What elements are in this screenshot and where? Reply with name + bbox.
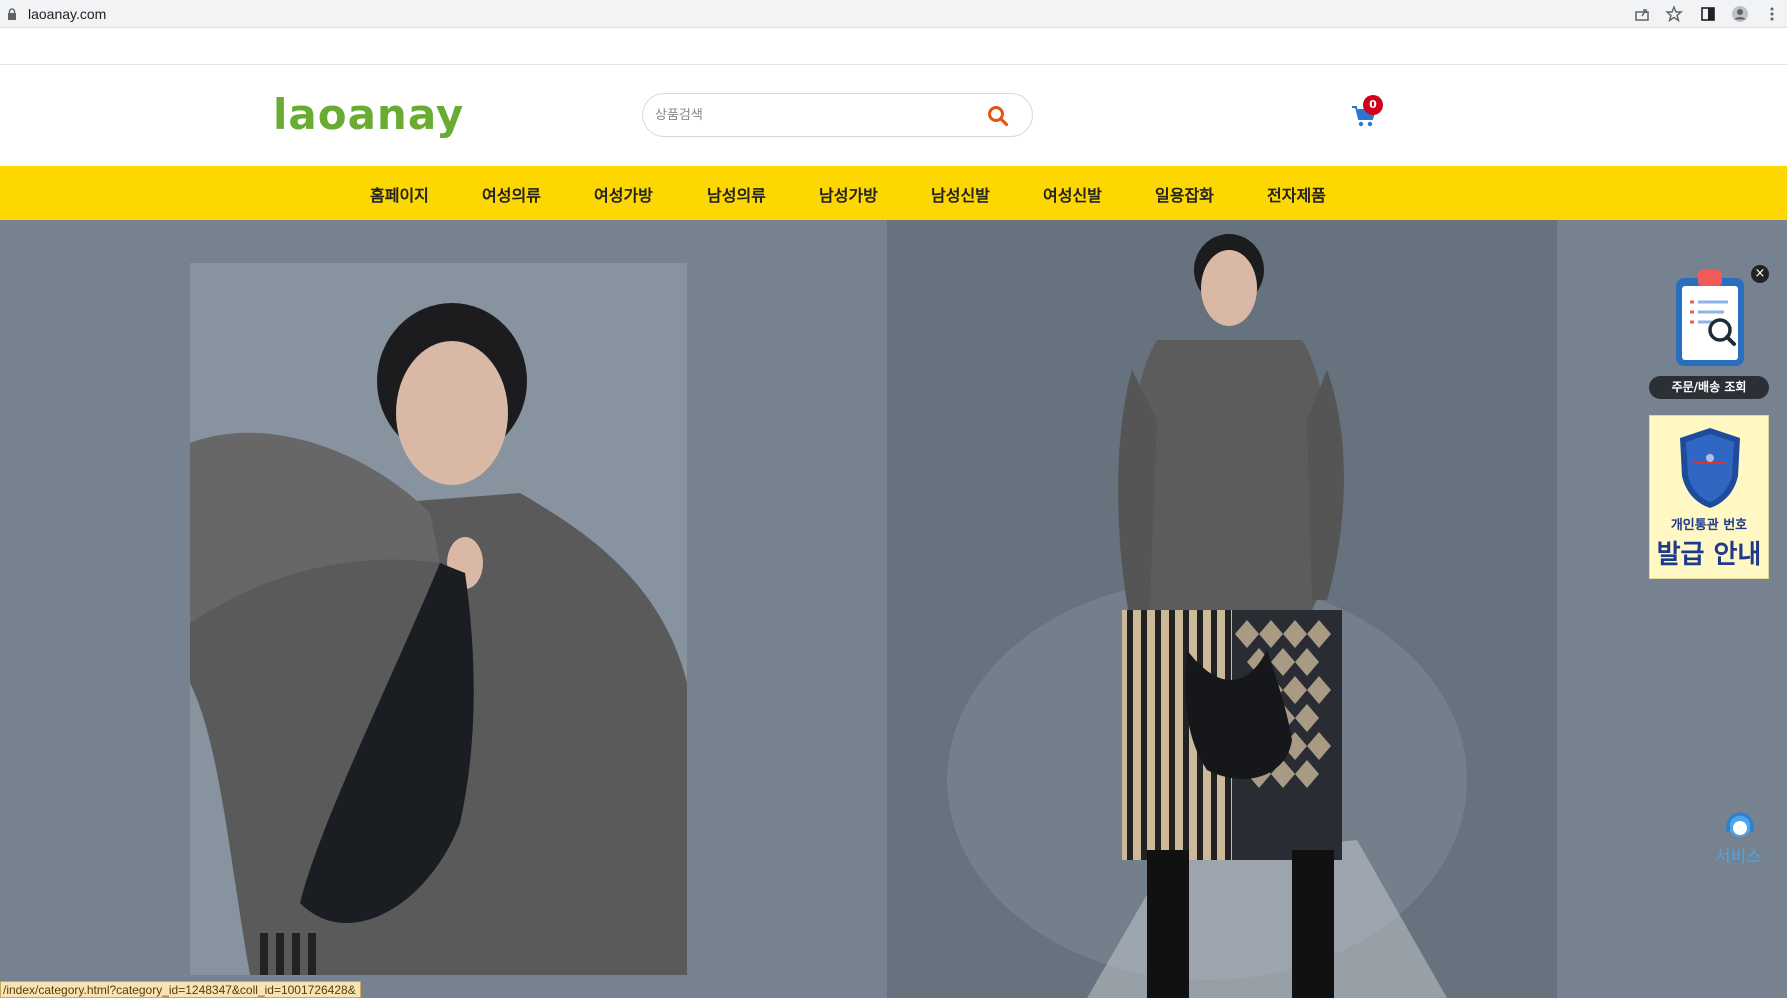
search-icon[interactable]: [986, 104, 1010, 128]
site-logo[interactable]: laoanay: [273, 90, 464, 139]
search-box: [642, 93, 1033, 137]
close-widget-button[interactable]: ×: [1751, 265, 1769, 283]
customer-service-icon[interactable]: [1724, 810, 1756, 842]
more-menu-icon[interactable]: [1763, 5, 1781, 23]
browser-actions: [1627, 0, 1787, 28]
banner-photo-right[interactable]: [887, 220, 1557, 998]
nav-item-womens-bags[interactable]: 여성가방: [594, 182, 653, 206]
status-bar-link-preview: /index/category.html?category_id=1248347…: [0, 981, 361, 998]
cart-count-badge: 0: [1363, 95, 1383, 115]
nav-item-womens-shoes[interactable]: 여성신발: [1043, 182, 1102, 206]
share-icon[interactable]: [1633, 5, 1651, 23]
customs-text-line1: 개인통관 번호: [1670, 518, 1748, 533]
side-panel-icon[interactable]: [1699, 5, 1717, 23]
profile-avatar-icon[interactable]: [1731, 5, 1749, 23]
address-bar-url[interactable]: laoanay.com: [28, 6, 106, 22]
order-lookup-label[interactable]: 주문/배송 조회: [1649, 376, 1769, 399]
customer-service-label[interactable]: 서비스: [1715, 842, 1762, 867]
nav-item-mens-bags[interactable]: 남성가방: [819, 182, 878, 206]
main-nav: 홈페이지 여성의류 여성가방 남성의류 남성가방 남성신발 여성신발 일용잡화 …: [0, 166, 1787, 220]
nav-item-mens-clothing[interactable]: 남성의류: [707, 182, 766, 206]
browser-toolbar: laoanay.com: [0, 0, 1787, 28]
bookmark-star-icon[interactable]: [1665, 5, 1683, 23]
nav-item-womens-clothing[interactable]: 여성의류: [482, 182, 541, 206]
order-lookup-clipboard-icon[interactable]: [1668, 264, 1752, 370]
korea-customs-shield-icon: [1680, 428, 1740, 508]
banner-photo-left[interactable]: [190, 263, 687, 975]
lock-icon: [8, 8, 16, 20]
nav-item-mens-shoes[interactable]: 남성신발: [931, 182, 990, 206]
nav-item-electronics[interactable]: 전자제품: [1267, 182, 1326, 206]
customs-id-banner[interactable]: 개인통관 번호 발급 안내: [1649, 415, 1769, 579]
nav-item-home[interactable]: 홈페이지: [370, 182, 429, 206]
nav-item-daily-goods[interactable]: 일용잡화: [1155, 182, 1214, 206]
search-input[interactable]: [655, 102, 975, 128]
customs-text-line2: 발급 안내: [1656, 540, 1762, 570]
header-divider: [0, 64, 1787, 65]
